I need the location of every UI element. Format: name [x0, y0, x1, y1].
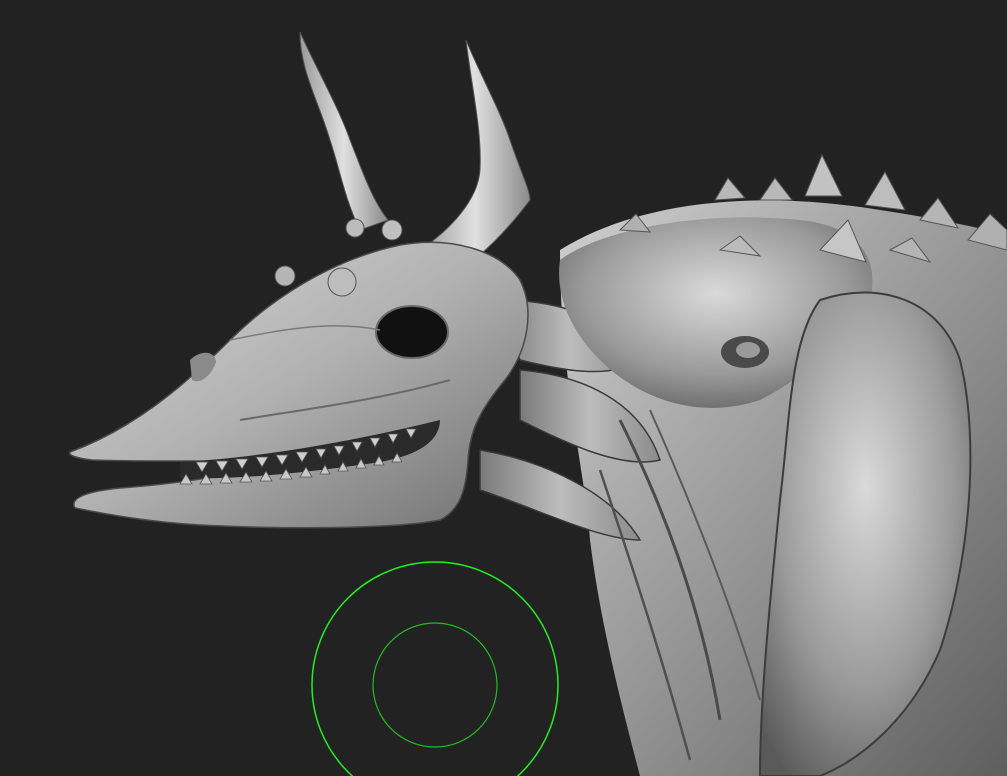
creature-skull[interactable]	[68, 31, 531, 529]
creature-body[interactable]	[479, 153, 1007, 776]
brush-inner-ring	[372, 622, 498, 748]
zbrush-canvas-viewport[interactable]	[0, 0, 1007, 776]
brush-outer-ring	[311, 561, 559, 776]
brush-cursor	[311, 561, 559, 776]
sculpt-scene[interactable]	[0, 0, 1007, 776]
